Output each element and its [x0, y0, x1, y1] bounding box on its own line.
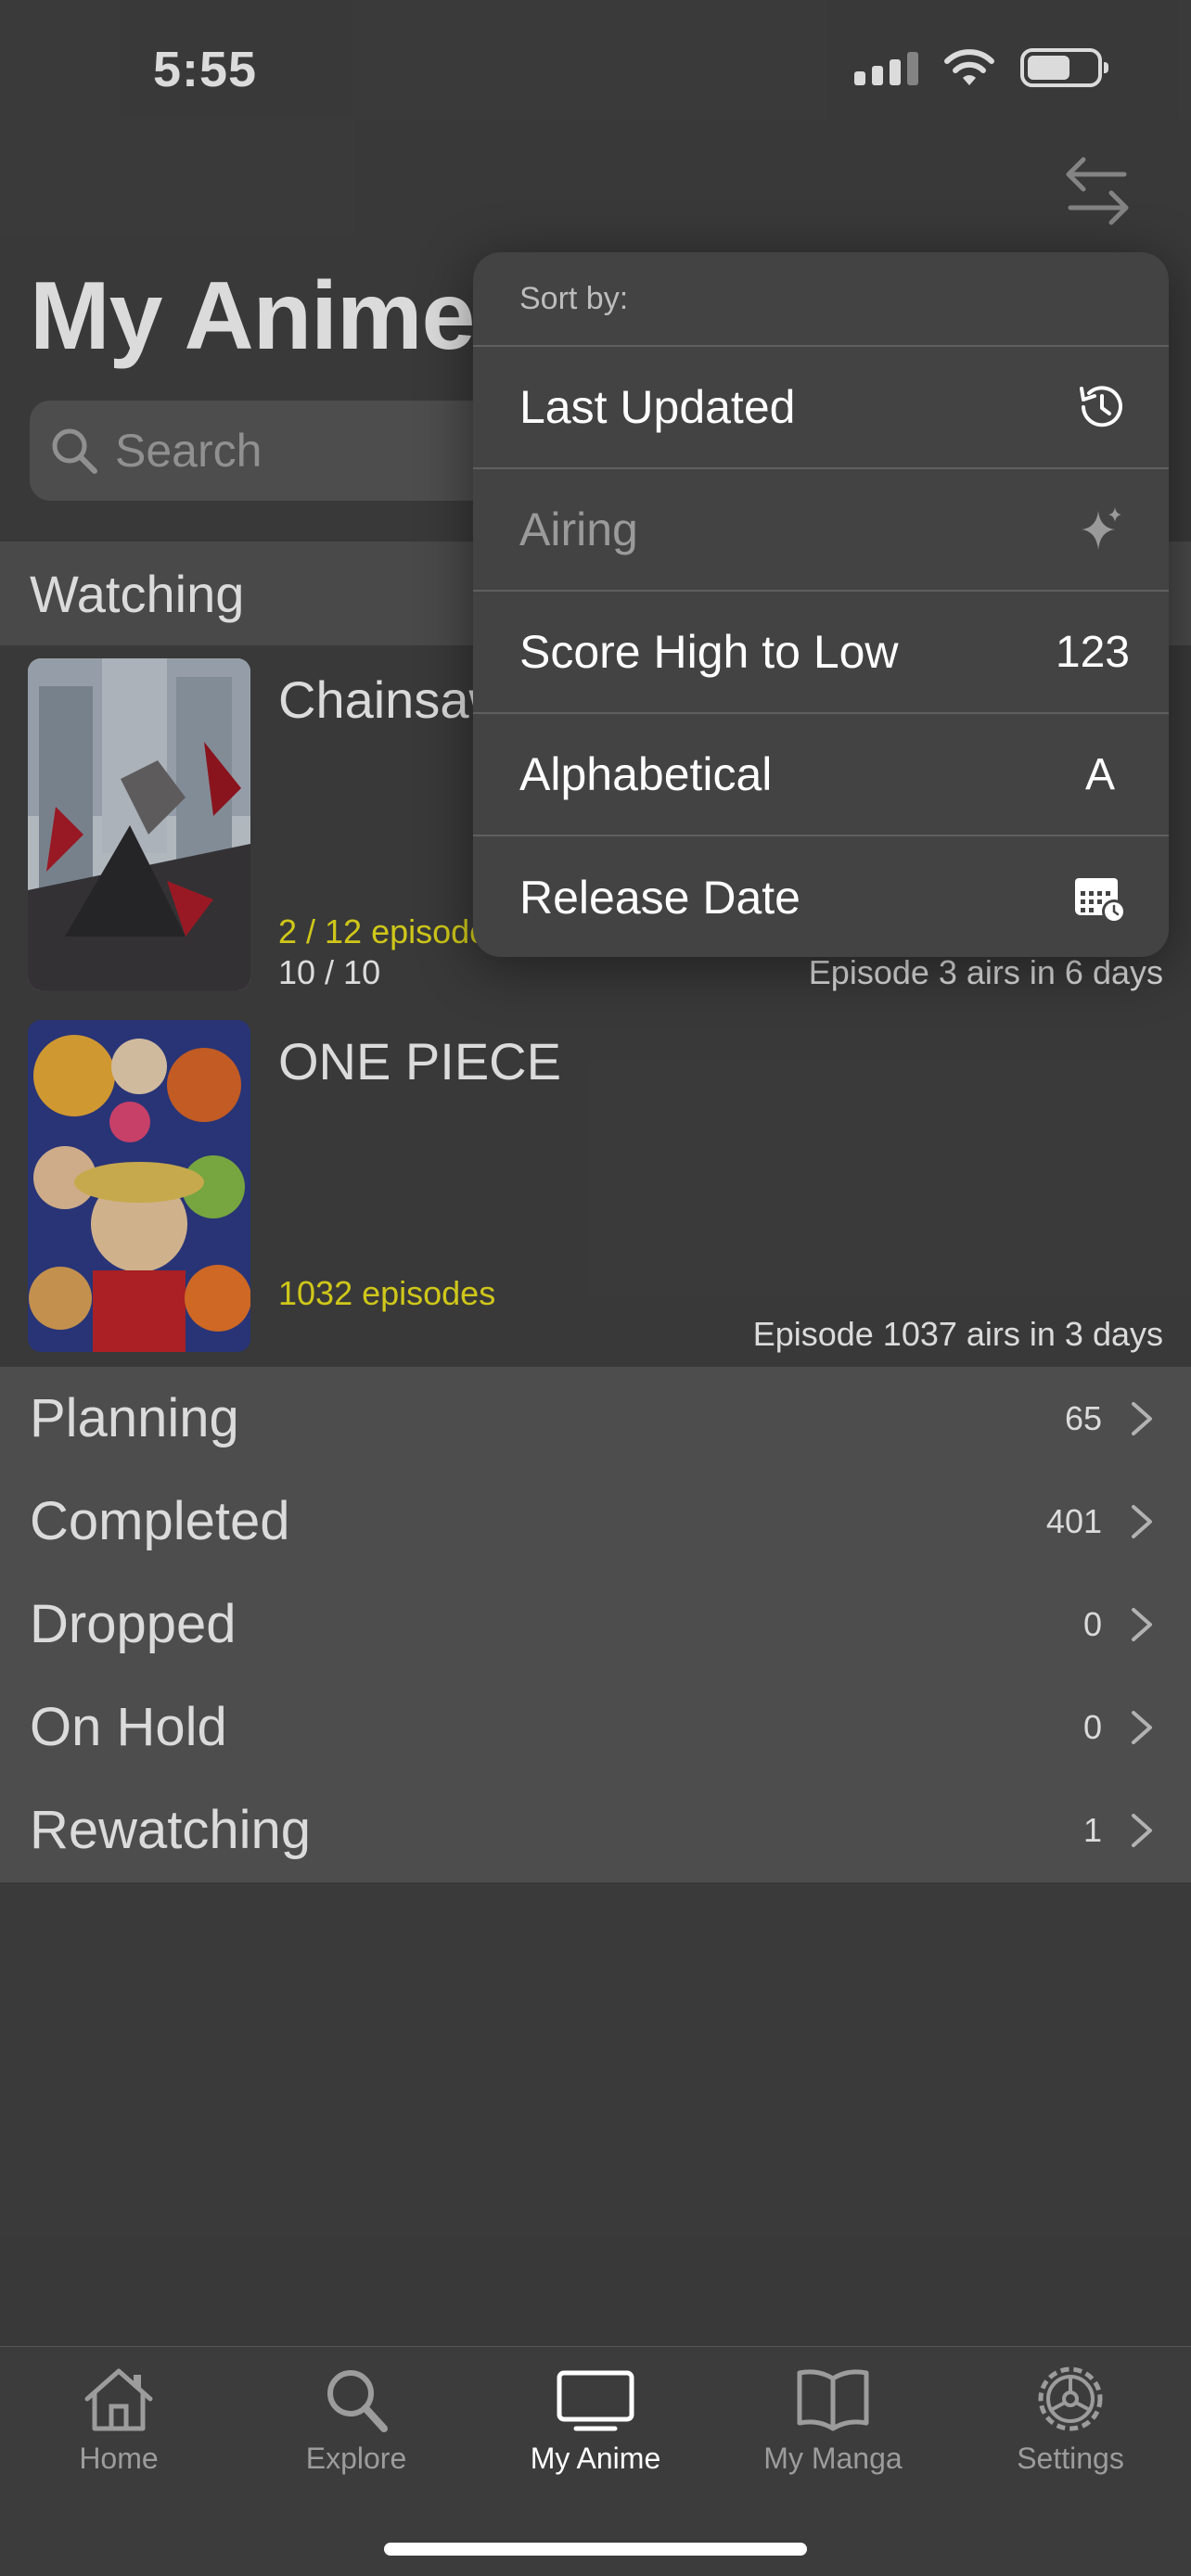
house-icon [84, 2368, 153, 2431]
list-count: 65 [1064, 1398, 1102, 1437]
list-row-dropped[interactable]: Dropped 0 [0, 1573, 1191, 1676]
tab-label: My Manga [763, 2442, 903, 2475]
tab-bar: Home Explore My Anime My Manga Settings [0, 2346, 1191, 2576]
anime-lists: Planning 65 Completed 401 Dropped 0 On H… [0, 1367, 1191, 1882]
anime-poster [28, 1020, 250, 1352]
tab-settings[interactable]: Settings [968, 2364, 1172, 2476]
tab-my-anime[interactable]: My Anime [493, 2364, 698, 2476]
status-time: 5:55 [153, 42, 258, 97]
next-episode-airing: Episode 3 airs in 6 days [808, 953, 1163, 991]
wifi-icon [944, 49, 994, 85]
list-row-completed[interactable]: Completed 401 [0, 1470, 1191, 1573]
list-label: Dropped [30, 1594, 237, 1654]
tab-label: Settings [1017, 2442, 1124, 2475]
sort-menu-header: Sort by: [473, 252, 1169, 347]
sort-option-release-date[interactable]: Release Date [473, 836, 1169, 957]
anime-poster [28, 658, 250, 990]
sort-option-label: Score High to Low [519, 626, 899, 678]
chevron-right-icon [1132, 1504, 1152, 1538]
sort-menu: Sort by: Last Updated Airing Score High … [473, 252, 1169, 957]
sparkles-icon [1070, 500, 1130, 559]
list-label: Planning [30, 1388, 239, 1448]
sort-option-last-updated[interactable]: Last Updated [473, 347, 1169, 469]
calendar-clock-icon [1070, 868, 1130, 927]
list-row-planning[interactable]: Planning 65 [0, 1367, 1191, 1470]
page-title: My Anime [30, 262, 475, 370]
list-count: 1 [1082, 1810, 1102, 1849]
history-icon [1070, 377, 1130, 437]
list-count: 401 [1045, 1501, 1102, 1540]
numbers-icon: 123 [1055, 627, 1130, 677]
list-count: 0 [1082, 1707, 1102, 1746]
list-row-rewatching[interactable]: Rewatching 1 [0, 1779, 1191, 1881]
episode-progress: 1032 episodes [278, 1274, 496, 1312]
sort-option-label: Alphabetical [519, 748, 773, 800]
next-episode-airing: Episode 1037 airs in 3 days [752, 1315, 1163, 1353]
tv-icon [557, 2370, 634, 2431]
gear-icon [1038, 2366, 1103, 2431]
sort-toggle-arrows-icon[interactable] [1065, 154, 1130, 228]
sort-option-label: Release Date [519, 872, 800, 924]
chevron-right-icon [1132, 1607, 1152, 1641]
sort-option-label: Last Updated [519, 381, 796, 433]
anime-title: ONE PIECE [278, 1032, 561, 1090]
list-count: 0 [1082, 1604, 1102, 1643]
list-label: On Hold [30, 1697, 227, 1757]
sort-option-score[interactable]: Score High to Low 123 [473, 592, 1169, 714]
sort-option-alphabetical[interactable]: Alphabetical A [473, 714, 1169, 836]
cellular-signal-icon [854, 50, 918, 85]
chevron-right-icon [1132, 1710, 1152, 1744]
sort-option-label: Airing [519, 504, 638, 555]
letter-icon: A [1084, 749, 1115, 799]
list-row-on-hold[interactable]: On Hold 0 [0, 1676, 1191, 1779]
status-icons [854, 48, 1108, 87]
tab-label: Home [79, 2442, 159, 2475]
list-label: Completed [30, 1491, 290, 1551]
home-indicator [384, 2543, 807, 2556]
tab-label: Explore [305, 2442, 407, 2475]
tab-explore[interactable]: Explore [254, 2364, 458, 2476]
chevron-right-icon [1132, 1813, 1152, 1847]
battery-icon [1020, 48, 1108, 87]
chevron-right-icon [1132, 1401, 1152, 1435]
book-icon [797, 2369, 869, 2431]
list-label: Rewatching [30, 1800, 312, 1860]
tab-label: My Anime [530, 2442, 661, 2475]
tab-home[interactable]: Home [17, 2364, 221, 2476]
anime-row-one-piece[interactable]: ONE PIECE 1032 episodes Episode 1037 air… [0, 1007, 1191, 1367]
sort-option-airing[interactable]: Airing [473, 469, 1169, 592]
tab-my-manga[interactable]: My Manga [731, 2364, 935, 2476]
search-icon [52, 428, 97, 474]
episode-progress: 2 / 12 episodes [278, 912, 506, 950]
anime-score: 10 / 10 [278, 953, 381, 991]
magnifier-icon [327, 2370, 388, 2432]
